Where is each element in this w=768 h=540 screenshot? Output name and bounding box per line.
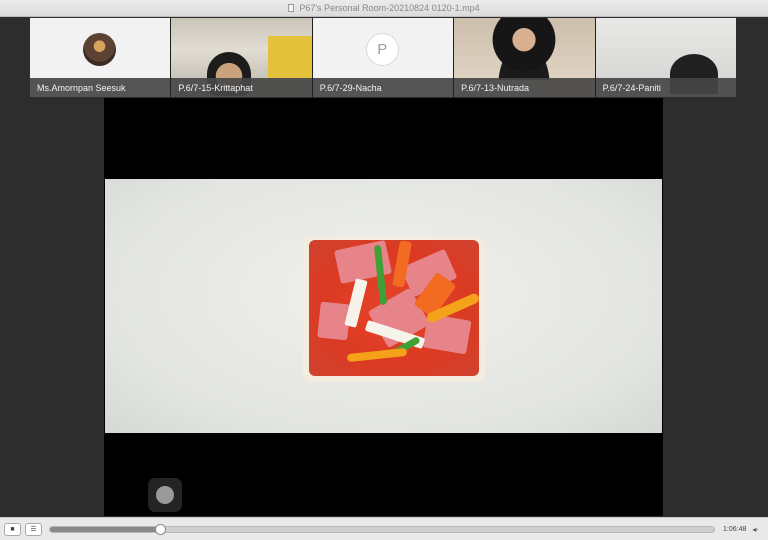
window-title: P67's Personal Room-20210824 0120-1.mp4 bbox=[299, 3, 480, 13]
avatar bbox=[83, 33, 116, 66]
title-bar: P67's Personal Room-20210824 0120-1.mp4 bbox=[0, 0, 768, 17]
shared-video-frame bbox=[105, 179, 662, 433]
record-icon bbox=[156, 486, 174, 504]
progress-fill bbox=[50, 526, 160, 532]
name-bar: Ms.Amornpan Seesuk bbox=[30, 78, 171, 97]
participant-name: P.6/7-13-Nutrada bbox=[461, 82, 530, 93]
participant-strip: Ms.Amornpan Seesuk P.6/7-15-Krittaphat P… bbox=[30, 18, 736, 97]
name-bar: P.6/7-13-Nutrada bbox=[454, 78, 595, 97]
stop-icon: ■ bbox=[10, 525, 15, 533]
document-icon bbox=[288, 4, 295, 12]
video-player-window: P67's Personal Room-20210824 0120-1.mp4 … bbox=[0, 0, 768, 540]
name-bar: P.6/7-29-Nacha bbox=[312, 78, 454, 97]
progress-knob[interactable] bbox=[154, 523, 166, 535]
stop-share-button[interactable] bbox=[148, 478, 182, 512]
participant-name: Ms.Amornpan Seesuk bbox=[37, 82, 126, 93]
stop-button[interactable]: ■ bbox=[4, 522, 21, 536]
participant-video bbox=[484, 18, 565, 80]
menu-button[interactable]: ☰ bbox=[25, 522, 42, 536]
participant-tile[interactable]: P.6/7-13-Nutrada bbox=[454, 18, 595, 97]
name-bar: P.6/7-15-Krittaphat bbox=[171, 78, 312, 97]
participant-tile[interactable]: P.6/7-15-Krittaphat bbox=[171, 18, 312, 97]
participant-name: P.6/7-29-Nacha bbox=[319, 82, 382, 93]
player-controls: ■ ☰ 1:06:48 ◂· bbox=[0, 517, 768, 540]
avatar: P bbox=[365, 33, 399, 66]
participant-name: P.6/7-15-Krittaphat bbox=[178, 82, 253, 93]
participant-name: P.6/7-24-Paniti bbox=[602, 82, 661, 93]
participant-tile[interactable]: Ms.Amornpan Seesuk bbox=[30, 18, 171, 97]
main-video[interactable] bbox=[104, 98, 663, 516]
participant-tile[interactable]: P.6/7-24-Paniti bbox=[595, 18, 736, 97]
camera-background bbox=[267, 36, 312, 78]
participant-tile[interactable]: P P.6/7-29-Nacha bbox=[312, 18, 454, 97]
speaker-icon[interactable]: ◂· bbox=[752, 525, 759, 534]
timecode: 1:06:48 bbox=[723, 525, 747, 533]
list-icon: ☰ bbox=[30, 526, 37, 533]
name-bar: P.6/7-24-Paniti bbox=[595, 78, 736, 97]
progress-bar[interactable] bbox=[49, 523, 715, 535]
